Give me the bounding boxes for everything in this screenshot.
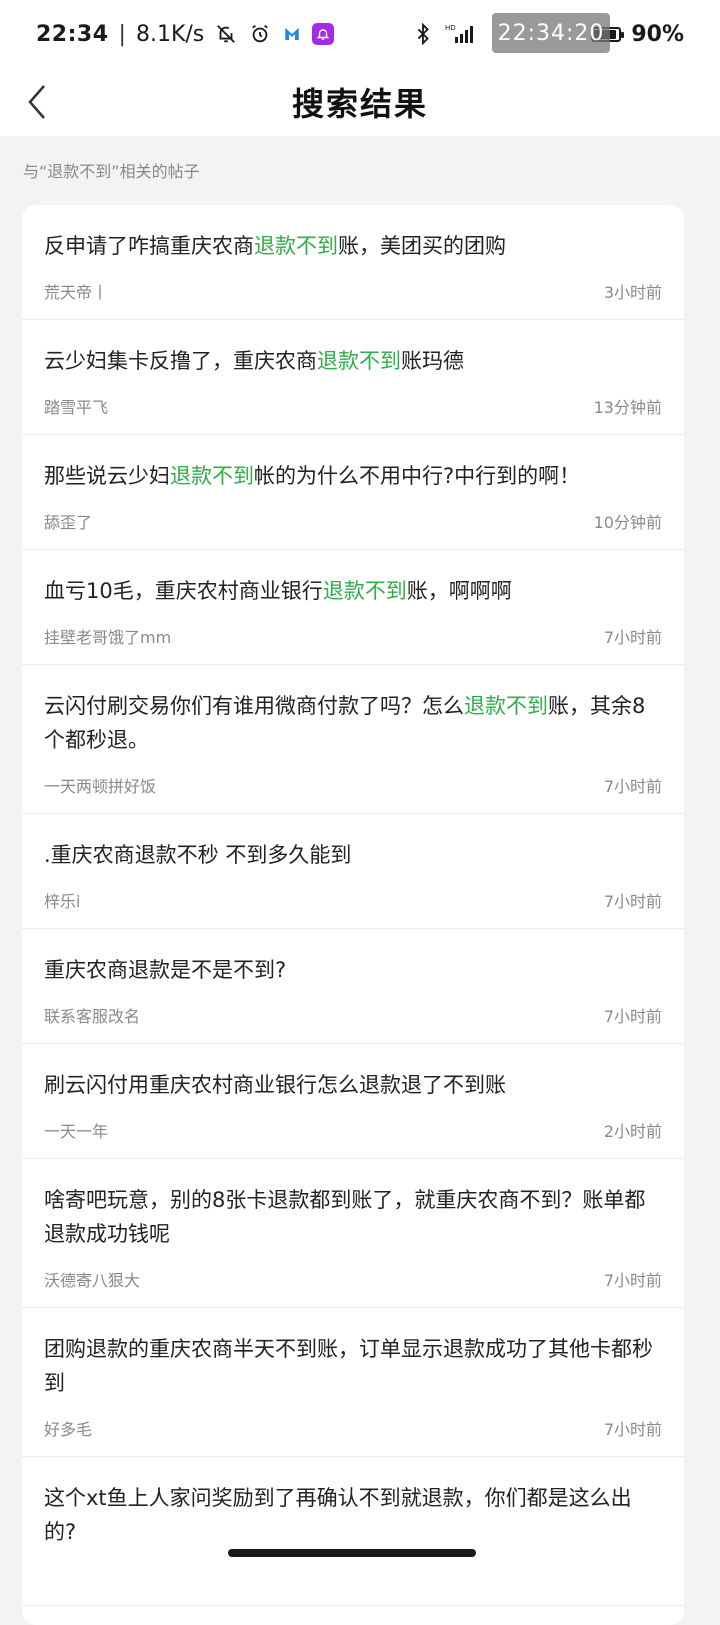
post-author: 好多毛 [44, 1420, 93, 1439]
notifications-off-icon [214, 22, 238, 46]
status-bar: 22:34 | 8.1K/s HD 90% [0, 0, 720, 68]
post-meta: 沃德寄八狠大 7小时前 [44, 1251, 662, 1307]
post-author: 沃德寄八狠大 [44, 1271, 141, 1290]
post-time: 7小时前 [603, 1420, 662, 1439]
post-title[interactable]: 反申请了咋搞重庆农商退款不到账，美团买的团购 [44, 229, 662, 263]
clock-overlay: 22:34:20 [492, 13, 610, 53]
list-item[interactable]: 重庆农商退款是不是不到? 联系客服改名 7小时前 [22, 929, 684, 1044]
bluetooth-icon [411, 22, 435, 46]
post-title[interactable]: 这个xt鱼上人家问奖励到了再确认不到就退款，你们都是这么出的? [44, 1481, 662, 1549]
post-meta: 梓乐i 7小时前 [44, 872, 662, 928]
post-author: 舔歪了 [44, 513, 93, 532]
post-title[interactable]: 啥寄吧玩意，别的8张卡退款都到账了，就重庆农商不到？账单都退款成功钱呢 [44, 1183, 662, 1251]
post-meta: 一天一年 2小时前 [44, 1102, 662, 1158]
post-author: 踏雪平飞 [44, 398, 109, 417]
post-time: 7小时前 [603, 1271, 662, 1290]
signal-icon: HD [445, 22, 475, 46]
post-title[interactable]: 团购退款的重庆农商半天不到账，订单显示退款成功了其他卡都秒到 [44, 1332, 662, 1400]
status-separator: | [118, 21, 126, 47]
chevron-left-icon [28, 85, 45, 119]
keyword-highlight: 退款不到 [254, 234, 338, 258]
post-meta: 一天两顿拼好饭 7小时前 [44, 757, 662, 813]
keyword-highlight: 退款不到 [322, 579, 407, 603]
post-time: 7小时前 [603, 892, 662, 911]
post-author: 联系客服改名 [44, 1007, 141, 1026]
signal-hd-label: HD [445, 24, 456, 32]
post-time: 7小时前 [603, 628, 662, 647]
post-author: 一天两顿拼好饭 [44, 777, 157, 796]
post-meta: 踏雪平飞 13分钟前 [44, 378, 662, 434]
search-caption: 与“退款不到”相关的帖子 [23, 162, 200, 181]
post-author: 梓乐i [44, 892, 81, 911]
list-item[interactable]: 血亏10毛，重庆农村商业银行退款不到账，啊啊啊 挂壁老哥饿了mm 7小时前 [22, 550, 684, 665]
list-item[interactable]: 反申请了咋搞重庆农商退款不到账，美团买的团购 荒天帝丨 3小时前 [22, 205, 684, 320]
post-title[interactable]: 血亏10毛，重庆农村商业银行退款不到账，啊啊啊 [44, 574, 662, 608]
post-author: 荒天帝丨 [44, 283, 109, 302]
keyword-highlight: 退款不到 [464, 694, 548, 718]
post-title[interactable]: 云闪付刷交易你们有谁用微商付款了吗？怎么退款不到账，其余8个都秒退。 [44, 689, 662, 757]
post-title[interactable]: 云少妇集卡反撸了，重庆农商退款不到账玛德 [44, 344, 662, 378]
post-author: 挂壁老哥饿了mm [44, 628, 172, 647]
home-indicator[interactable] [228, 1549, 476, 1557]
post-meta: 舔歪了 10分钟前 [44, 493, 662, 549]
post-time: 2小时前 [603, 1122, 662, 1141]
post-author: 一天一年 [44, 1122, 109, 1141]
post-time: 13分钟前 [593, 398, 662, 417]
keyword-highlight: 退款不到 [170, 464, 254, 488]
post-title[interactable]: 重庆农商退款是不是不到? [44, 953, 662, 987]
keyword-highlight: 退款不到 [317, 349, 401, 373]
app-notification-icon [282, 24, 302, 44]
list-item[interactable]: 啥寄吧玩意，别的8张卡退款都到账了，就重庆农商不到？账单都退款成功钱呢 沃德寄八… [22, 1159, 684, 1308]
post-meta: 挂壁老哥饿了mm 7小时前 [44, 608, 662, 664]
list-item[interactable]: .重庆农商退款不秒 不到多久能到 梓乐i 7小时前 [22, 814, 684, 929]
post-title[interactable]: .重庆农商退款不秒 不到多久能到 [44, 838, 662, 872]
post-time: 7小时前 [603, 777, 662, 796]
post-meta: 联系客服改名 7小时前 [44, 987, 662, 1043]
post-title[interactable]: 那些说云少妇退款不到帐的为什么不用中行?中行到的啊！ [44, 459, 662, 493]
app-bell-icon [312, 23, 335, 45]
list-item[interactable]: 那些说云少妇退款不到帐的为什么不用中行?中行到的啊！ 舔歪了 10分钟前 [22, 435, 684, 550]
post-time: 10分钟前 [593, 513, 662, 532]
header: 搜索结果 [0, 68, 720, 136]
list-item[interactable]: 云少妇集卡反撸了，重庆农商退款不到账玛德 踏雪平飞 13分钟前 [22, 320, 684, 435]
status-time: 22:34 [36, 21, 109, 47]
list-item[interactable]: 云闪付刷交易你们有谁用微商付款了吗？怎么退款不到账，其余8个都秒退。 一天两顿拼… [22, 665, 684, 814]
post-title[interactable]: 刷云闪付用重庆农村商业银行怎么退款退了不到账 [44, 1068, 662, 1102]
page-title: 搜索结果 [291, 85, 428, 123]
back-button[interactable] [12, 76, 64, 128]
post-meta: 荒天帝丨 3小时前 [44, 263, 662, 319]
results-list: 反申请了咋搞重庆农商退款不到账，美团买的团购 荒天帝丨 3小时前 云少妇集卡反撸… [22, 205, 684, 1625]
list-item[interactable]: 刷云闪付用重庆农村商业银行怎么退款退了不到账 一天一年 2小时前 [22, 1044, 684, 1159]
post-meta [44, 1549, 662, 1605]
list-item[interactable]: 团购退款的重庆农商半天不到账，订单显示退款成功了其他卡都秒到 好多毛 7小时前 [22, 1308, 684, 1457]
list-item[interactable]: 这个xt鱼上人家问奖励到了再确认不到就退款，你们都是这么出的? [22, 1457, 684, 1606]
post-time: 3小时前 [603, 283, 662, 302]
network-speed: 8.1K/s [135, 21, 205, 47]
status-left: 22:34 | 8.1K/s [36, 21, 335, 47]
battery-percent: 90% [631, 21, 684, 47]
post-meta: 好多毛 7小时前 [44, 1400, 662, 1456]
alarm-icon [248, 22, 272, 46]
post-time: 7小时前 [603, 1007, 662, 1026]
